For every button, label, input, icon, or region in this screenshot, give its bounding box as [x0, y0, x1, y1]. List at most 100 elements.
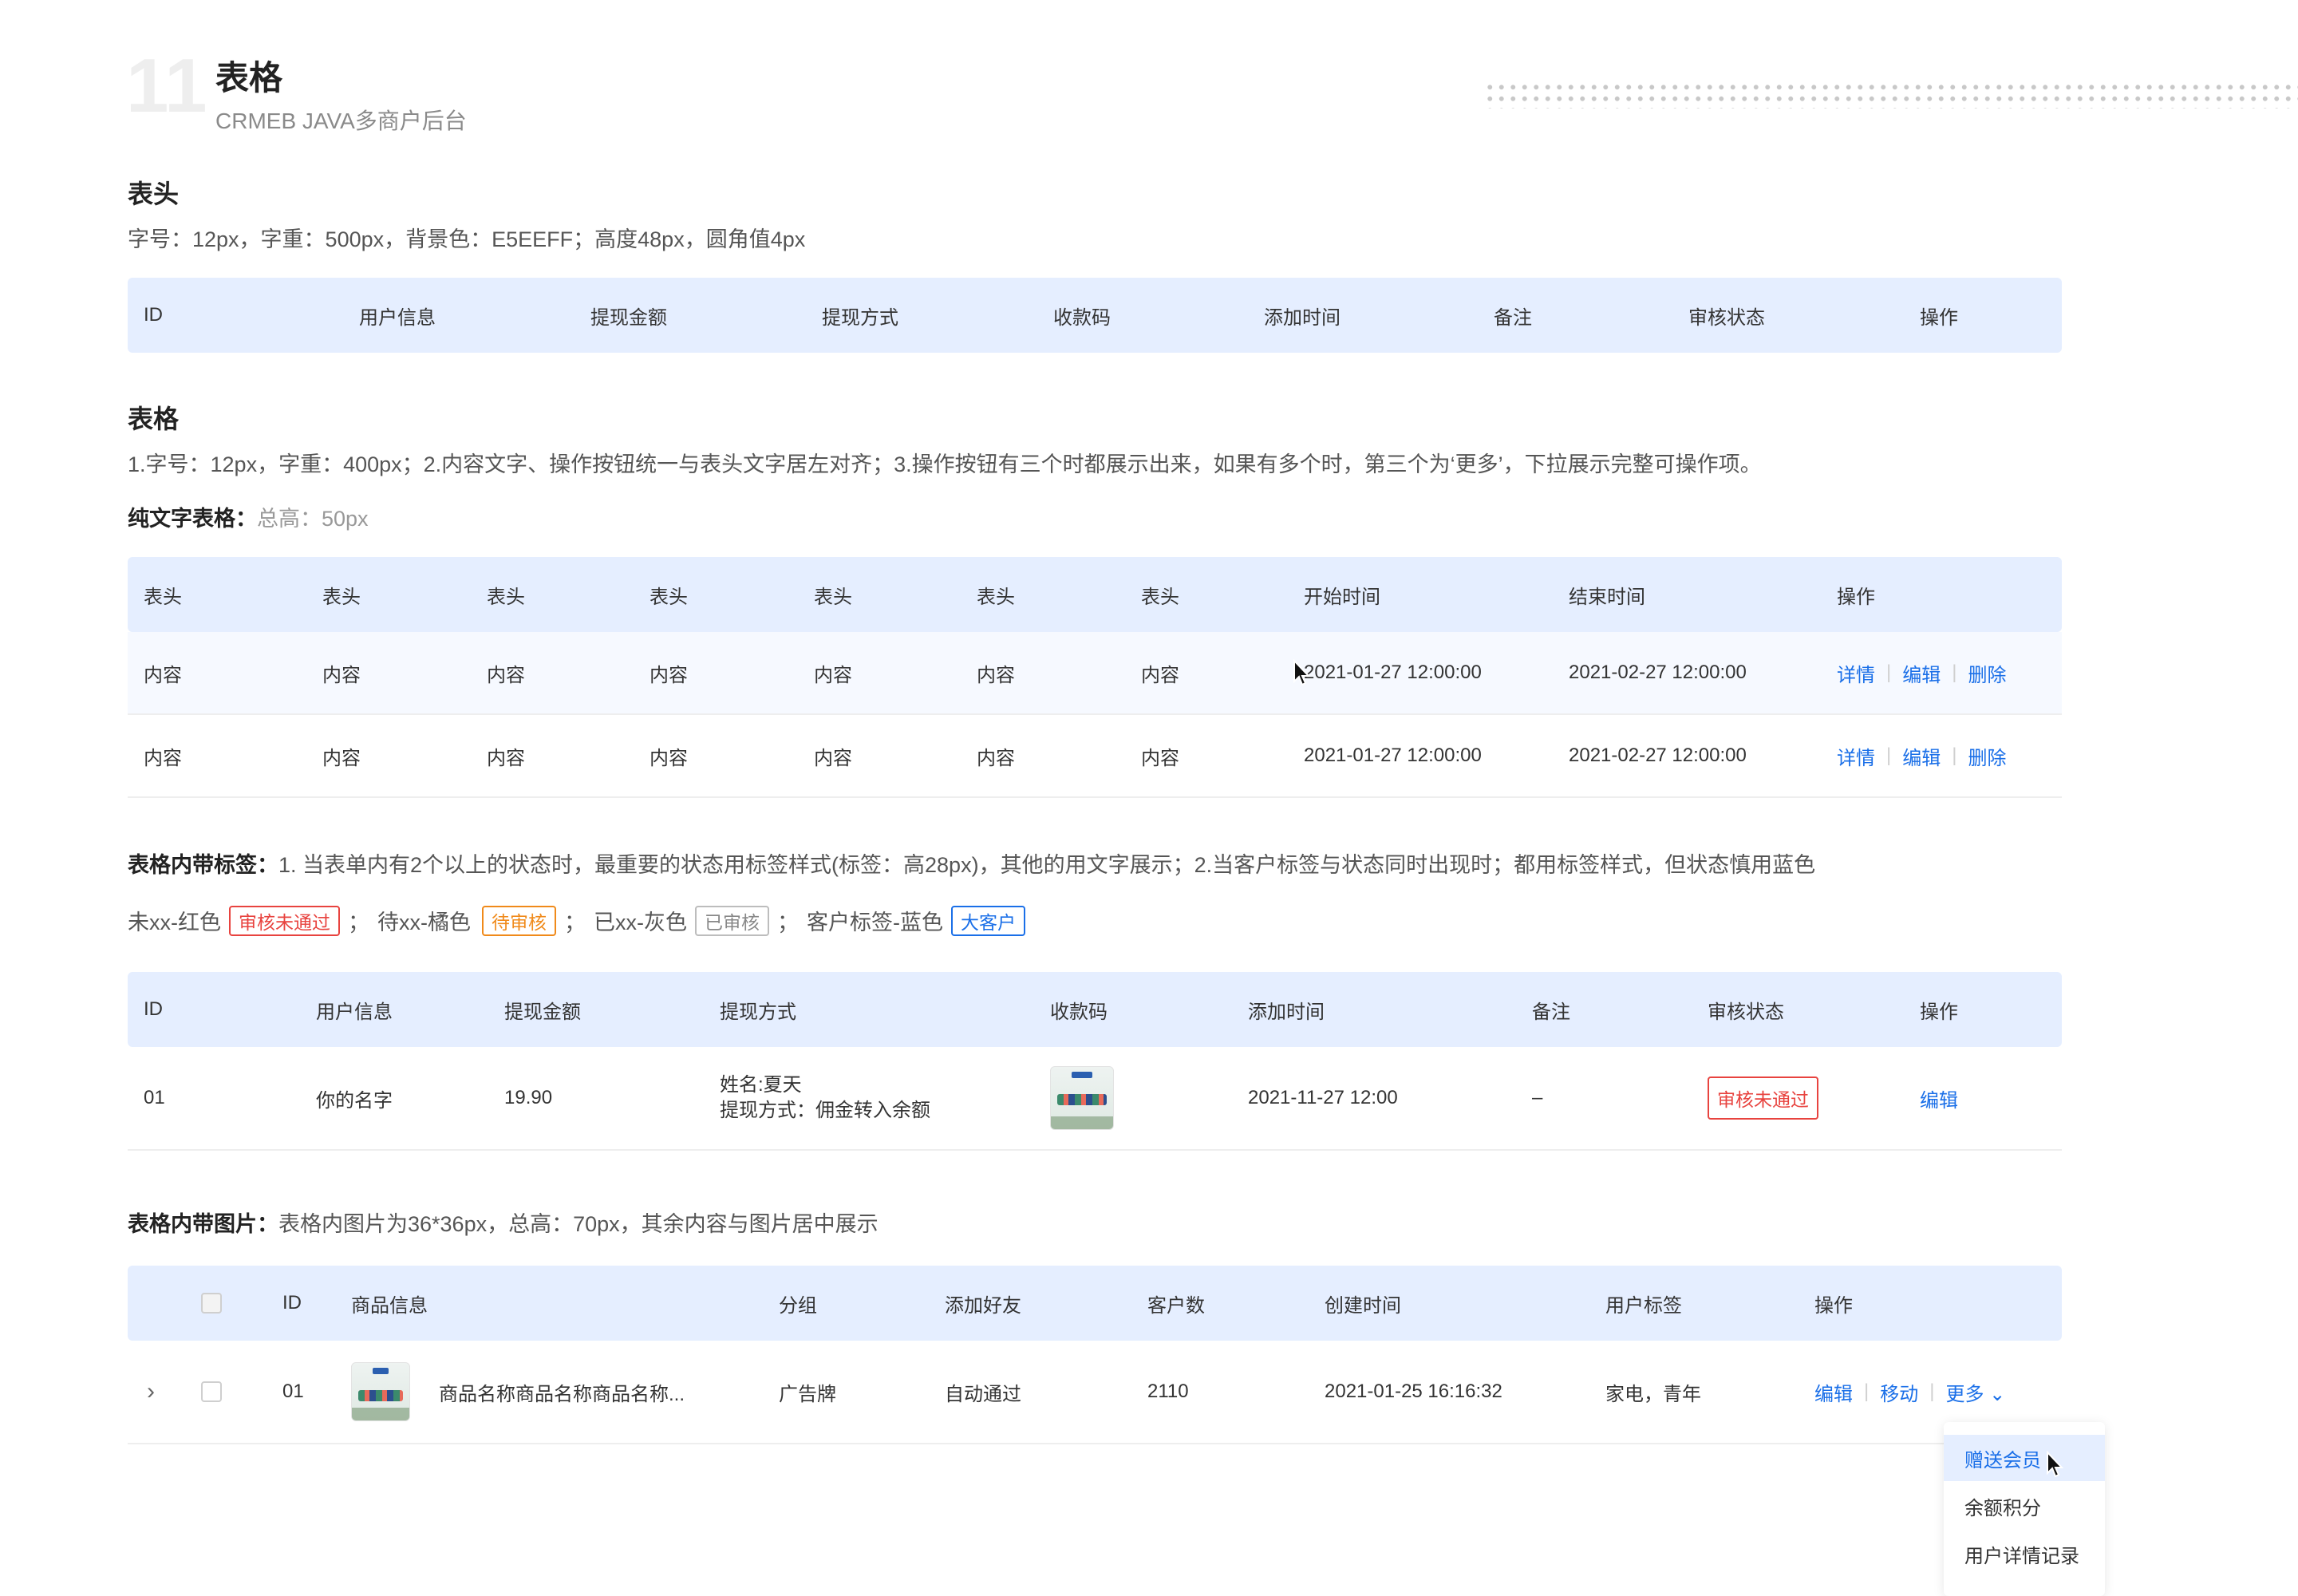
qrcode-cell	[1050, 1047, 1114, 1149]
mouse-cursor-icon	[2046, 1451, 2067, 1479]
column-header: 备注	[1494, 278, 1532, 353]
action-divider: |	[1952, 745, 1956, 767]
page-title: 表格	[215, 51, 282, 100]
table-cell: 内容	[487, 632, 525, 713]
table-header: ID 用户信息 提现金额 提现方式 收款码 添加时间 备注 审核状态 操作	[128, 278, 2062, 353]
product-image	[351, 1362, 410, 1421]
menu-item-gift-membership[interactable]: 赠送会员	[1944, 1435, 2105, 1481]
detail-link[interactable]: 详情	[1837, 659, 1875, 687]
table-cell: 内容	[814, 715, 852, 796]
menu-item-balance-points[interactable]: 余额积分	[1944, 1483, 2105, 1529]
status-tag-rejected: 审核未通过	[229, 906, 340, 936]
legend-separator: ；	[777, 905, 799, 936]
status-tag-pending: 待审核	[482, 906, 556, 936]
column-header: 表头	[977, 557, 1015, 632]
table-header: ID 用户信息 提现金额 提现方式 收款码 添加时间 备注 审核状态 操作	[128, 972, 2062, 1047]
time-cell: 2021-01-25 16:16:32	[1325, 1341, 1502, 1443]
table-row: 01 你的名字 19.90 姓名:夏天 提现方式：佣金转入余额 2021-11-…	[128, 1047, 2062, 1151]
column-header: 提现金额	[590, 278, 667, 353]
column-header: 添加好友	[945, 1266, 1021, 1341]
qrcode-image	[1050, 1066, 1114, 1130]
tags-cell: 家电，青年	[1605, 1341, 1701, 1443]
edit-link[interactable]: 编辑	[1814, 1378, 1853, 1406]
legend-separator: ；	[348, 905, 369, 936]
column-header: 操作	[1837, 557, 1875, 632]
table-cell: 内容	[144, 715, 182, 796]
friend-cell: 自动通过	[945, 1341, 1021, 1443]
chevron-down-icon: ⌄	[1989, 1384, 2005, 1405]
column-header: 创建时间	[1325, 1266, 1401, 1341]
table-cell: 内容	[650, 632, 688, 713]
action-divider: |	[1952, 662, 1956, 684]
column-header: ID	[144, 278, 163, 353]
images-label: 表格内带图片：	[128, 1212, 278, 1236]
column-header: ID	[144, 972, 163, 1047]
method-line: 姓名:夏天	[720, 1073, 802, 1098]
legend-separator: ；	[564, 905, 586, 936]
edit-link[interactable]: 编辑	[1920, 1084, 1958, 1112]
table-cell: 内容	[650, 715, 688, 796]
table-header: 表头 表头 表头 表头 表头 表头 表头 开始时间 结束时间 操作	[128, 557, 2062, 632]
expand-row-icon[interactable]: ›	[147, 1341, 155, 1443]
column-header: 提现方式	[822, 278, 898, 353]
column-header: 表头	[814, 557, 852, 632]
decorative-dot-pattern	[1484, 81, 2298, 109]
more-label: 更多	[1945, 1384, 1984, 1405]
menu-item-user-detail-record[interactable]: 用户详情记录	[1944, 1531, 2105, 1577]
more-dropdown-toggle[interactable]: 更多 ⌄	[1945, 1378, 2005, 1406]
mouse-cursor-icon	[1293, 659, 1313, 688]
delete-link[interactable]: 删除	[1968, 659, 2006, 687]
table-cell: 内容	[977, 632, 1015, 713]
column-header: 用户信息	[359, 278, 436, 353]
column-header: ID	[282, 1266, 302, 1341]
row-checkbox[interactable]	[201, 1381, 222, 1402]
legend-text: 客户标签-蓝色	[807, 905, 943, 936]
column-header: 商品信息	[351, 1266, 428, 1341]
edit-link[interactable]: 编辑	[1902, 742, 1941, 770]
section-desc-header: 字号：12px，字重：500px，背景色：E5EEFF；高度48px，圆角值4p…	[128, 222, 805, 253]
delete-link[interactable]: 删除	[1968, 742, 2006, 770]
column-header: 用户标签	[1605, 1266, 1682, 1341]
column-header: 操作	[1814, 1266, 1853, 1341]
column-header: 添加时间	[1264, 278, 1340, 353]
column-header: 备注	[1532, 972, 1570, 1047]
table-cell: 内容	[1141, 632, 1179, 713]
action-divider: |	[1864, 1381, 1869, 1403]
column-header: 审核状态	[1688, 278, 1765, 353]
section-number: 11	[126, 48, 207, 124]
column-header: 开始时间	[1304, 557, 1380, 632]
image-table: ID 商品信息 分组 添加好友 客户数 创建时间 用户标签 操作 › 01 商品…	[128, 1266, 2062, 1444]
method-cell: 姓名:夏天 提现方式：佣金转入余额	[720, 1047, 930, 1149]
section-title-table: 表格	[128, 399, 179, 436]
column-header: 添加时间	[1248, 972, 1325, 1047]
table-cell: 内容	[1141, 715, 1179, 796]
tags-caption: 表格内带标签：1. 当表单内有2个以上的状态时，最重要的状态用标签样式(标签：高…	[128, 847, 1815, 879]
action-divider: |	[1929, 1381, 1934, 1403]
amount-cell: 19.90	[504, 1047, 552, 1149]
start-time-cell: 2021-01-27 12:00:00	[1304, 715, 1482, 796]
column-header: 审核状态	[1708, 972, 1784, 1047]
images-caption: 表格内带图片：表格内图片为36*36px，总高：70px，其余内容与图片居中展示	[128, 1207, 879, 1238]
select-all-checkbox[interactable]	[201, 1293, 222, 1314]
column-header: 提现金额	[504, 972, 581, 1047]
column-header: 操作	[1920, 278, 1958, 353]
column-header: 收款码	[1050, 972, 1108, 1047]
column-header: 结束时间	[1569, 557, 1645, 632]
column-header: 客户数	[1147, 1266, 1205, 1341]
column-header: 收款码	[1053, 278, 1111, 353]
images-desc: 表格内图片为36*36px，总高：70px，其余内容与图片居中展示	[278, 1212, 879, 1236]
edit-link[interactable]: 编辑	[1902, 659, 1941, 687]
detail-link[interactable]: 详情	[1837, 742, 1875, 770]
design-spec-page: 11 表格 CRMEB JAVA多商户后台 表头 字号：12px，字重：500p…	[0, 0, 2298, 1596]
id-cell: 01	[144, 1047, 165, 1149]
row-actions: 详情|编辑|删除	[1837, 632, 2006, 713]
column-header: 表头	[487, 557, 525, 632]
id-cell: 01	[282, 1341, 304, 1443]
user-cell: 你的名字	[316, 1047, 393, 1149]
table-header: ID 商品信息 分组 添加好友 客户数 创建时间 用户标签 操作	[128, 1266, 2062, 1341]
move-link[interactable]: 移动	[1880, 1378, 1918, 1406]
plain-text-table: 表头 表头 表头 表头 表头 表头 表头 开始时间 结束时间 操作 内容 内容 …	[128, 557, 2062, 798]
section-title-header: 表头	[128, 174, 179, 211]
end-time-cell: 2021-02-27 12:00:00	[1569, 632, 1747, 713]
select-all-cell	[201, 1266, 222, 1341]
